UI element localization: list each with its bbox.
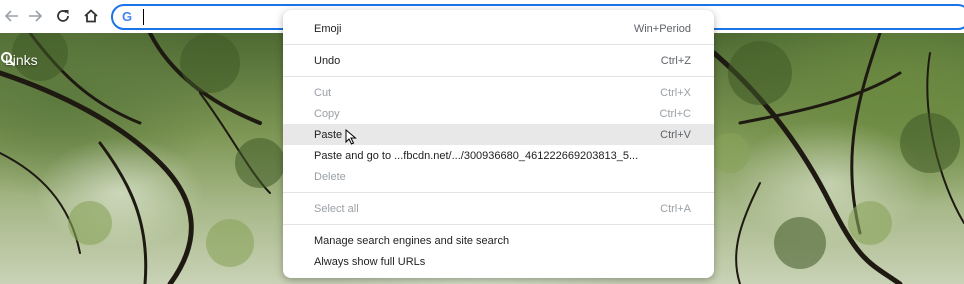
menu-item-undo[interactable]: Undo Ctrl+Z [283,50,714,71]
menu-item-copy[interactable]: Copy Ctrl+C [283,103,714,124]
reload-button[interactable] [51,4,75,28]
menu-item-select-all[interactable]: Select all Ctrl+A [283,198,714,219]
menu-item-always-show-full-urls[interactable]: Always show full URLs [283,251,714,272]
back-button[interactable] [0,4,24,28]
menu-item-label: Undo [314,54,341,67]
mouse-cursor-icon [345,129,357,145]
menu-item-shortcut: Ctrl+V [660,128,691,141]
menu-separator [283,76,714,77]
forward-button[interactable] [23,4,47,28]
menu-item-label: Select all [314,202,359,215]
menu-item-label: Cut [314,86,332,99]
menu-item-shortcut: Ctrl+Z [660,54,691,67]
menu-separator [283,192,714,193]
menu-item-label: Always show full URLs [314,255,426,268]
menu-item-label: Paste and go to ...fbcdn.net/.../3009366… [314,149,639,162]
forward-arrow-icon [29,10,43,22]
google-search-engine-icon: G [122,9,133,24]
menu-item-shortcut: Win+Period [633,22,691,35]
menu-item-paste-and-go[interactable]: Paste and go to ...fbcdn.net/.../3009366… [283,145,714,166]
menu-item-cut[interactable]: Cut Ctrl+X [283,82,714,103]
menu-item-label: Paste [314,128,343,141]
menu-item-label: Manage search engines and site search [314,234,510,247]
home-button[interactable] [79,4,103,28]
menu-item-shortcut: Ctrl+C [659,107,691,120]
back-arrow-icon [4,10,18,22]
menu-item-emoji[interactable]: Emoji Win+Period [283,18,714,39]
menu-separator [283,44,714,45]
menu-item-label: Delete [314,170,346,183]
menu-item-label: Copy [314,107,340,120]
reload-icon [57,10,69,22]
menu-item-shortcut: Ctrl+X [660,86,691,99]
menu-item-shortcut: Ctrl+A [660,202,691,215]
text-caret [143,9,144,25]
menu-separator [283,224,714,225]
menu-item-delete[interactable]: Delete [283,166,714,187]
search-icon[interactable] [0,51,16,67]
home-icon [84,9,98,23]
menu-item-manage-search-engines[interactable]: Manage search engines and site search [283,230,714,251]
menu-item-label: Emoji [314,22,342,35]
